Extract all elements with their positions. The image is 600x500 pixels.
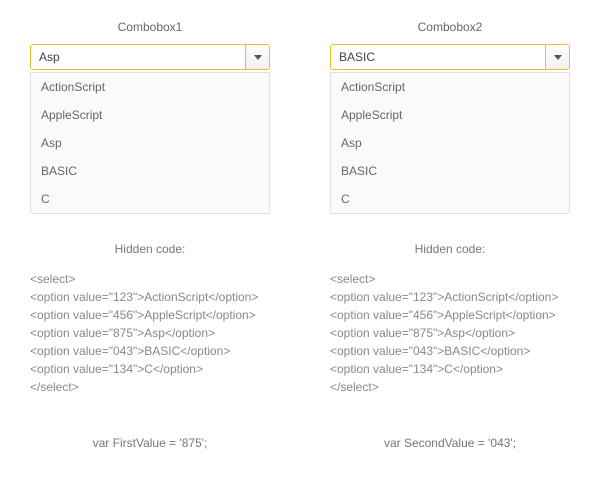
hidden-code-right: <select> <option value="123">ActionScrip… <box>330 270 570 396</box>
dropdown-item[interactable]: ActionScript <box>331 73 569 101</box>
dropdown-item[interactable]: BASIC <box>31 157 269 185</box>
dropdown-item[interactable]: BASIC <box>331 157 569 185</box>
dropdown-item[interactable]: ActionScript <box>31 73 269 101</box>
dropdown-item[interactable]: AppleScript <box>31 101 269 129</box>
dropdown-item[interactable]: C <box>31 185 269 213</box>
combobox2-column: Combobox2 ActionScript AppleScript Asp B… <box>330 20 570 450</box>
combobox1-input[interactable] <box>31 45 245 69</box>
combobox2-dropdown-button[interactable] <box>545 45 569 69</box>
hidden-code-left: <select> <option value="123">ActionScrip… <box>30 270 270 396</box>
hidden-code-label-left: Hidden code: <box>30 242 270 256</box>
dropdown-item[interactable]: Asp <box>31 129 269 157</box>
combobox1-dropdown-button[interactable] <box>245 45 269 69</box>
combobox1-dropdown: ActionScript AppleScript Asp BASIC C <box>30 72 270 214</box>
combobox1[interactable] <box>30 44 270 70</box>
var-line-right: var SecondValue = '043'; <box>330 436 570 450</box>
var-line-left: var FirstValue = '875'; <box>30 436 270 450</box>
hidden-code-label-right: Hidden code: <box>330 242 570 256</box>
combobox1-column: Combobox1 ActionScript AppleScript Asp B… <box>30 20 270 450</box>
dropdown-item[interactable]: C <box>331 185 569 213</box>
combobox2-title: Combobox2 <box>330 20 570 34</box>
dropdown-item[interactable]: Asp <box>331 129 569 157</box>
dropdown-item[interactable]: AppleScript <box>331 101 569 129</box>
combobox2-input[interactable] <box>331 45 545 69</box>
combobox2-dropdown: ActionScript AppleScript Asp BASIC C <box>330 72 570 214</box>
chevron-down-icon <box>554 55 562 60</box>
combobox1-title: Combobox1 <box>30 20 270 34</box>
chevron-down-icon <box>254 55 262 60</box>
combobox2[interactable] <box>330 44 570 70</box>
